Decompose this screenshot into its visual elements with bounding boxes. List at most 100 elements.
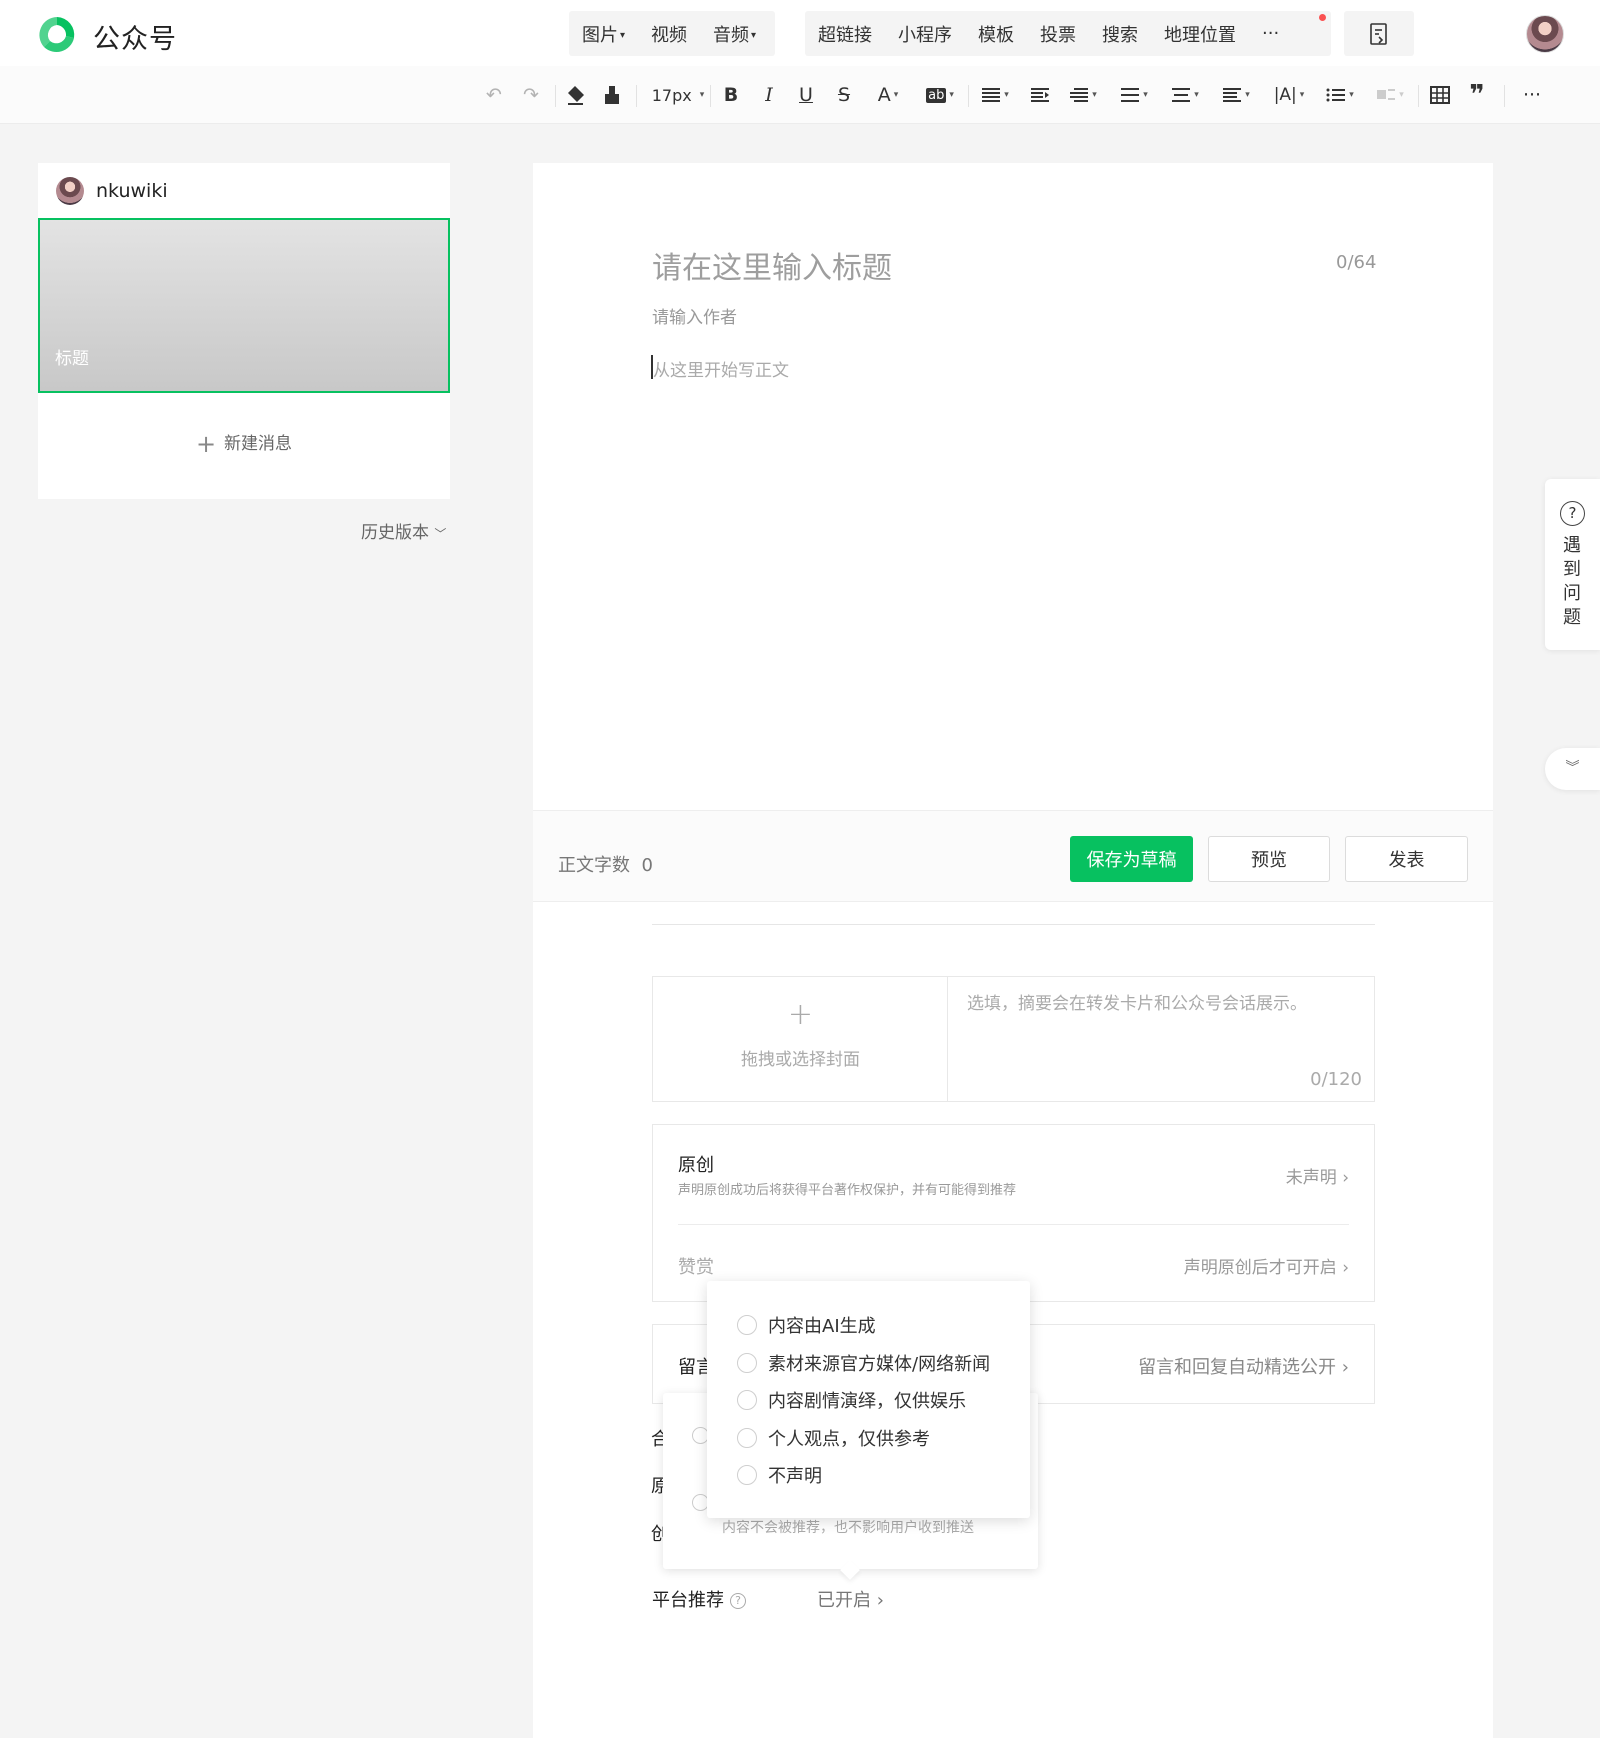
toolbar-divider: [968, 85, 969, 107]
radio-button[interactable]: [737, 1465, 757, 1485]
account-name: nkuwiki: [96, 179, 168, 202]
body-editor[interactable]: 从这里开始写正文: [653, 356, 789, 381]
divider: [678, 1224, 1349, 1225]
indent-icon[interactable]: [1028, 83, 1052, 107]
chevron-right-icon: ›: [1341, 1357, 1349, 1378]
history-version-button[interactable]: 历史版本 ﹀: [361, 518, 446, 543]
save-draft-button[interactable]: 保存为草稿: [1070, 836, 1193, 882]
help-sidebar[interactable]: ? 遇到问题: [1545, 479, 1600, 650]
article-list-panel: nkuwiki 标题 + 新建消息: [38, 163, 450, 499]
article-settings-button[interactable]: [1344, 11, 1414, 56]
insert-miniprogram-button[interactable]: 小程序: [885, 21, 965, 47]
clear-format-icon[interactable]: [561, 83, 589, 107]
toolbar-divider: [636, 85, 637, 107]
table-icon[interactable]: [1428, 83, 1452, 107]
font-color-icon[interactable]: A ▾: [870, 83, 906, 107]
original-declaration-box: 原创 声明原创成功后将获得平台著作权保护，并有可能得到推荐 未声明 › 赞赏 声…: [652, 1124, 1375, 1302]
comment-state-link[interactable]: 留言和回复自动精选公开 ›: [1138, 1353, 1349, 1379]
double-chevron-down-icon: ︾: [1565, 760, 1580, 776]
dropdown-option[interactable]: 个人观点，仅供参考: [737, 1425, 930, 1451]
new-message-button[interactable]: + 新建消息: [38, 429, 450, 459]
platform-recommend-state[interactable]: 已开启 ›: [817, 1586, 884, 1612]
title-input[interactable]: 请在这里输入标题: [652, 243, 892, 287]
formatting-toolbar: ↶ ↷ 17px ▾ B I U S A ▾ ab ▾ ▾ ▾ ▾ ▾ ▾ |A| ▾ …: [0, 66, 1600, 124]
article-card-title: 标题: [55, 349, 89, 369]
toolbar-divider: [1418, 85, 1419, 107]
chevron-right-icon: ›: [1342, 1168, 1349, 1188]
popover-hint: 内容不会被推荐，也不影响用户收到推送: [722, 1520, 974, 1536]
insert-location-button[interactable]: 地理位置: [1151, 21, 1249, 47]
document-icon: [1370, 22, 1387, 45]
publish-button[interactable]: 发表: [1345, 836, 1468, 882]
chevron-down-icon: ﹀: [434, 527, 447, 541]
letter-spacing-icon[interactable]: ▾: [1218, 83, 1254, 107]
insert-media-group: 图片 ▾ 视频 音频 ▾: [569, 11, 775, 56]
help-icon[interactable]: ?: [730, 1593, 746, 1609]
italic-icon[interactable]: I: [757, 83, 781, 107]
summary-input[interactable]: 选填，摘要会在转发卡片和公众号会话展示。: [967, 989, 1307, 1014]
paragraph-spacing-icon[interactable]: ▾: [1167, 83, 1203, 107]
dropdown-option[interactable]: 内容由AI生成: [737, 1312, 876, 1338]
bold-icon[interactable]: B: [719, 83, 743, 107]
line-spacing-icon[interactable]: ▾: [1116, 83, 1152, 107]
radio-button[interactable]: [737, 1428, 757, 1448]
more-insert-button[interactable]: ···: [1249, 23, 1292, 44]
scroll-down-button[interactable]: ︾: [1545, 748, 1600, 790]
align-icon[interactable]: ▾: [977, 83, 1013, 107]
cover-summary-box: + 拖拽或选择封面 选填，摘要会在转发卡片和公众号会话展示。 0/120: [652, 976, 1375, 1102]
original-description: 声明原创成功后将获得平台著作权保护，并有可能得到推荐: [678, 1183, 1017, 1198]
chevron-right-icon: ›: [1342, 1258, 1349, 1278]
insert-image-menu[interactable]: 图片 ▾: [569, 21, 638, 47]
summary-char-count: 0/120: [1310, 1069, 1362, 1090]
radio-button[interactable]: [737, 1315, 757, 1335]
radio-button[interactable]: [737, 1390, 757, 1410]
insert-audio-menu[interactable]: 音频 ▾: [700, 21, 769, 47]
insert-vote-button[interactable]: 投票: [1027, 21, 1089, 47]
insert-video-button[interactable]: 视频: [638, 21, 700, 47]
plus-icon: +: [195, 430, 217, 458]
preview-button[interactable]: 预览: [1208, 836, 1330, 882]
list-icon[interactable]: ▾: [1322, 83, 1358, 107]
float-icon[interactable]: ▾: [1372, 83, 1408, 107]
insert-template-button[interactable]: 模板: [965, 21, 1027, 47]
wechat-official-account-logo[interactable]: [36, 14, 78, 56]
insert-search-button[interactable]: 搜索: [1089, 21, 1151, 47]
title-char-count: 0/64: [1336, 252, 1377, 273]
creation-source-dropdown: 内容由AI生成 素材来源官方媒体/网络新闻 内容剧情演绎，仅供娱乐 个人观点，仅…: [707, 1281, 1030, 1518]
insert-hyperlink-button[interactable]: 超链接: [805, 21, 885, 47]
underline-icon[interactable]: U: [794, 83, 818, 107]
dropdown-option[interactable]: 内容剧情演绎，仅供娱乐: [737, 1387, 966, 1413]
more-tools-icon[interactable]: ···: [1517, 83, 1547, 107]
chevron-right-icon: ›: [876, 1590, 884, 1611]
text-direction-icon[interactable]: |A| ▾: [1269, 83, 1309, 107]
author-input[interactable]: 请输入作者: [652, 303, 737, 328]
account-avatar: [56, 176, 84, 205]
dropdown-option[interactable]: 不声明: [737, 1462, 822, 1488]
font-size-select[interactable]: 17px ▾: [648, 83, 708, 107]
cover-upload-area[interactable]: + 拖拽或选择封面: [653, 977, 948, 1101]
cover-upload-label: 拖拽或选择封面: [741, 1050, 860, 1070]
strikethrough-icon[interactable]: S: [832, 83, 856, 107]
new-message-label: 新建消息: [224, 434, 293, 454]
word-count: 正文字数 0: [558, 855, 653, 876]
user-avatar[interactable]: [1526, 15, 1564, 53]
undo-icon[interactable]: ↶: [481, 83, 507, 107]
redo-icon[interactable]: ↷: [518, 83, 544, 107]
quote-icon[interactable]: ❞: [1465, 80, 1489, 110]
dropdown-option[interactable]: 素材来源官方媒体/网络新闻: [737, 1350, 990, 1376]
radio-button[interactable]: [737, 1353, 757, 1373]
article-card-selected[interactable]: 标题: [38, 218, 450, 393]
help-label: 遇到问题: [1563, 535, 1581, 628]
toolbar-divider: [1504, 85, 1505, 107]
top-header: 公众号 图片 ▾ 视频 音频 ▾ 超链接 小程序 模板 投票 搜索 地理位置 ···: [0, 0, 1600, 66]
first-line-indent-icon[interactable]: ▾: [1065, 83, 1101, 107]
original-state-link[interactable]: 未声明 ›: [1286, 1163, 1349, 1188]
plus-icon: +: [787, 997, 814, 1032]
brand-title: 公众号: [93, 24, 177, 55]
toolbar-divider: [555, 85, 556, 107]
format-painter-icon[interactable]: [598, 83, 626, 107]
reward-state-link[interactable]: 声明原创后才可开启 ›: [1184, 1253, 1349, 1278]
background-color-icon[interactable]: ab ▾: [920, 83, 960, 107]
original-title: 原创: [678, 1155, 714, 1176]
toolbar-divider: [710, 85, 711, 107]
